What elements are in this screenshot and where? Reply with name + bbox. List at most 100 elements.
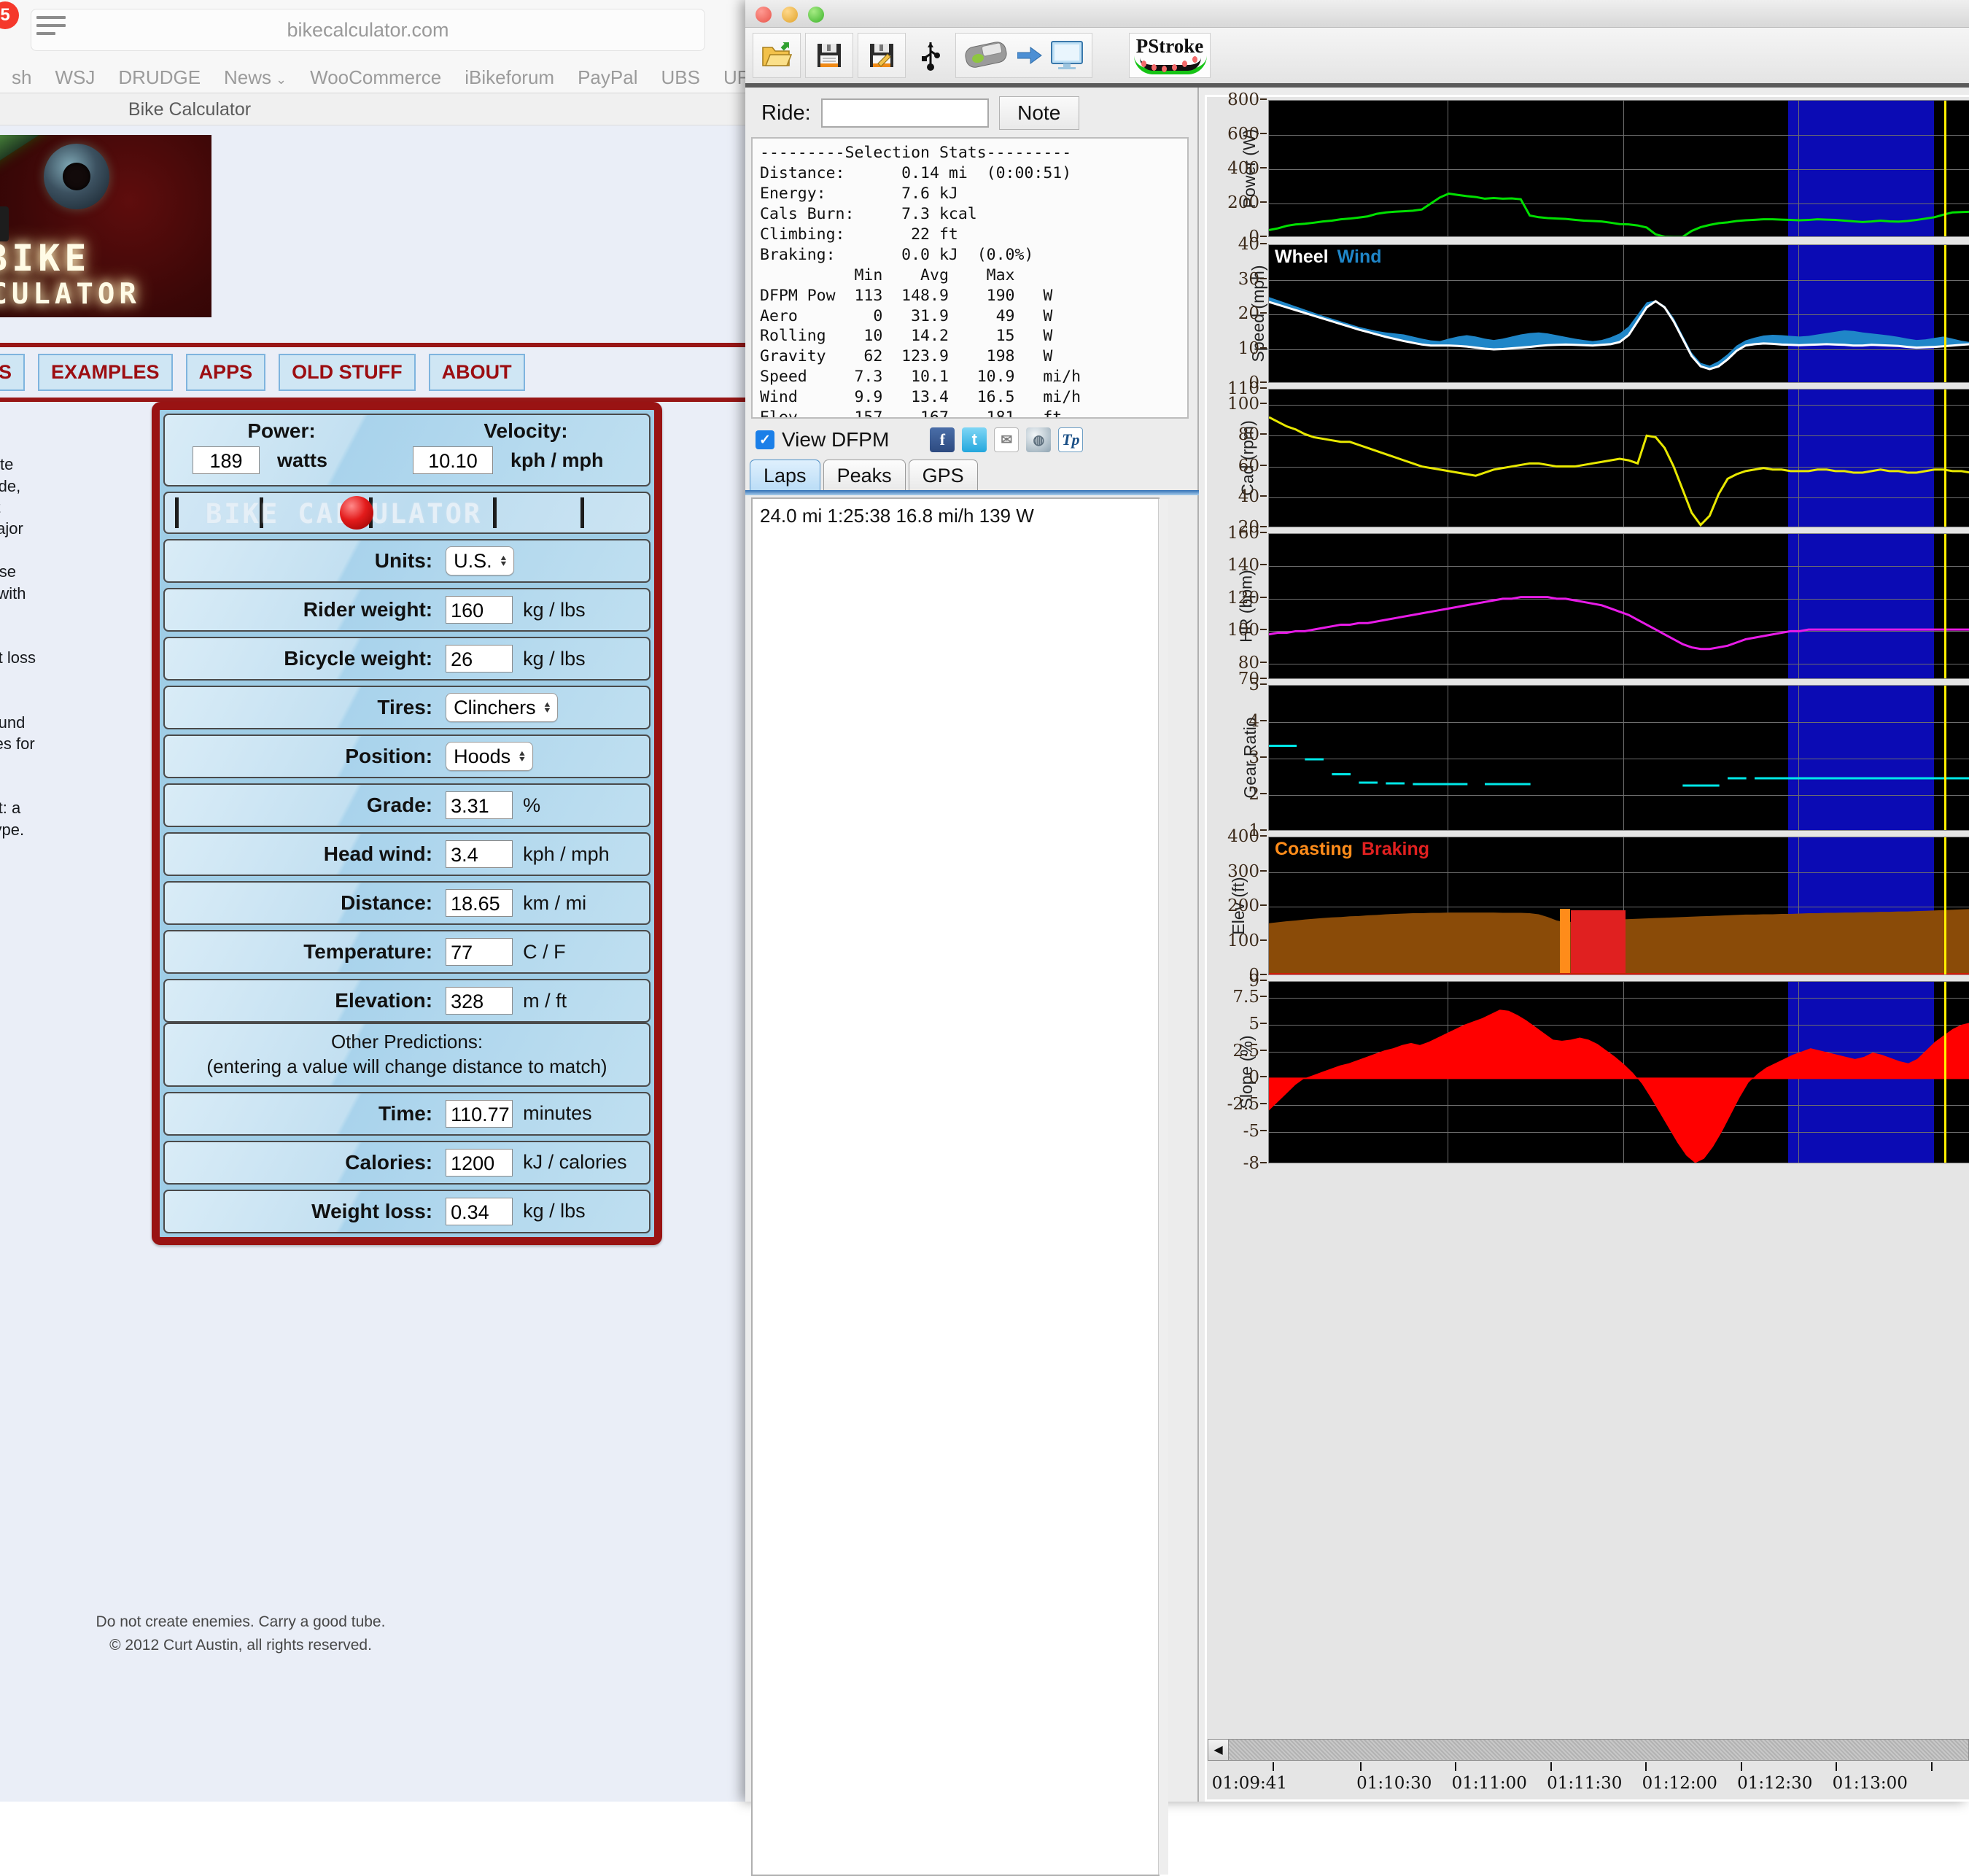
grade-input[interactable]: 3.31: [446, 791, 513, 819]
gear-segment: [1728, 777, 1738, 780]
tick-mark: [1260, 526, 1267, 527]
open-folder-icon[interactable]: [753, 33, 801, 78]
bookmark-woocommerce[interactable]: WooCommerce: [298, 66, 453, 89]
time-label: Time:: [378, 1101, 433, 1125]
nav-button-about[interactable]: ABOUT: [428, 354, 525, 391]
nav-button-es[interactable]: ES: [0, 354, 26, 391]
email-icon[interactable]: ✉: [994, 427, 1020, 452]
x-tick-label: 01:10:30: [1356, 1774, 1432, 1793]
input-row-bicycle-weight: Bicycle weight: 26 kg / lbs: [163, 637, 650, 681]
address-bar[interactable]: bikecalculator.com: [31, 9, 705, 51]
notification-badge[interactable]: 5: [0, 1, 19, 29]
save-as-icon[interactable]: [858, 33, 906, 78]
cursor-line[interactable]: [1944, 686, 1947, 830]
laps-scrollbar[interactable]: [1158, 499, 1168, 1875]
bookmark-sh[interactable]: sh: [0, 66, 43, 89]
gear-segment: [1898, 777, 1908, 780]
usb-icon[interactable]: [910, 33, 951, 78]
velocity-input[interactable]: 10.10: [413, 446, 493, 474]
trainingpeaks-icon[interactable]: Tp: [1058, 427, 1084, 452]
gear-segment: [1682, 784, 1693, 787]
y-tick-label: 2: [1214, 785, 1267, 804]
gear-segment: [1836, 777, 1846, 780]
position-selected-value: Hoods: [454, 745, 511, 767]
tab-gps[interactable]: GPS: [908, 460, 978, 492]
gear-segment: [1269, 745, 1279, 747]
x-tick-mark: [1272, 1762, 1274, 1771]
cursor-line[interactable]: [1944, 837, 1947, 974]
plot-area[interactable]: Coasting Braking: [1268, 837, 1969, 975]
bookmark-drudge[interactable]: DRUDGE: [106, 66, 212, 89]
globe-icon[interactable]: ◍: [1026, 427, 1052, 452]
cursor-line[interactable]: [1944, 245, 1947, 382]
tick-mark: [1260, 277, 1267, 279]
temperature-input[interactable]: 77: [446, 938, 513, 966]
tab-bike-calculator[interactable]: Bike Calculator: [0, 93, 379, 125]
cursor-line[interactable]: [1944, 101, 1947, 236]
nav-button-apps[interactable]: APPS: [185, 354, 266, 391]
ride-input[interactable]: [820, 98, 989, 128]
bookmark-paypal[interactable]: PayPal: [566, 66, 649, 89]
bookmark-news[interactable]: News ⌄: [212, 66, 298, 89]
calories-input[interactable]: 1200: [446, 1148, 513, 1177]
tires-select[interactable]: Clinchers ▴ ▾: [446, 693, 559, 722]
plot-area[interactable]: [1268, 685, 1969, 831]
cursor-line[interactable]: [1944, 389, 1947, 527]
tick-mark: [1260, 829, 1267, 831]
gear-segment: [1421, 783, 1432, 786]
tab-laps[interactable]: Laps: [750, 460, 820, 492]
head-wind-input[interactable]: 3.4: [446, 840, 513, 868]
distance-input[interactable]: 18.65: [446, 889, 513, 917]
plot-area[interactable]: [1268, 389, 1969, 527]
units-select[interactable]: U.S. ▴ ▾: [446, 546, 515, 575]
facebook-icon[interactable]: f: [930, 427, 955, 452]
gear-segment: [1278, 745, 1288, 747]
time-input[interactable]: 110.77: [446, 1099, 513, 1128]
nav-button-examples[interactable]: EXAMPLES: [38, 354, 173, 391]
power-input[interactable]: 189: [193, 446, 260, 474]
elevation-input[interactable]: 328: [446, 987, 513, 1015]
bookmark-ibikeforum[interactable]: iBikeforum: [453, 66, 566, 89]
cursor-line[interactable]: [1944, 534, 1947, 678]
gear-segment: [1952, 777, 1962, 780]
laps-list[interactable]: 24.0 mi 1:25:38 16.8 mi/h 139 W: [751, 497, 1168, 1876]
cursor-line[interactable]: [1944, 982, 1947, 1163]
weight-loss-input[interactable]: 0.34: [446, 1197, 513, 1225]
x-tick-mark: [1836, 1762, 1838, 1771]
tick-mark: [1260, 720, 1267, 721]
chart-panel-slope: Slope (%) -8 -5 -2.5 0 2.5 5 7.5 9: [1208, 972, 1969, 1173]
gear-segment: [1925, 777, 1935, 780]
chart-horizontal-scrollbar[interactable]: ◀: [1208, 1739, 1969, 1761]
url-text: bikecalculator.com: [287, 18, 449, 41]
scroll-left-button[interactable]: ◀: [1208, 1740, 1229, 1760]
device-to-computer-icon[interactable]: [955, 33, 1092, 78]
position-select[interactable]: Hoods ▴ ▾: [446, 742, 533, 771]
save-icon[interactable]: [805, 33, 853, 78]
reader-mode-icon[interactable]: [36, 16, 66, 42]
list-item[interactable]: 24.0 mi 1:25:38 16.8 mi/h 139 W: [753, 499, 1158, 533]
note-button[interactable]: Note: [998, 96, 1079, 130]
nav-button-old-stuff[interactable]: OLD STUFF: [279, 354, 416, 391]
close-window-button[interactable]: [756, 7, 772, 23]
plot-area[interactable]: [1268, 533, 1969, 679]
plot-area[interactable]: Wheel Wind: [1268, 244, 1969, 383]
units-label: Units:: [374, 549, 433, 572]
plot-area[interactable]: [1268, 981, 1969, 1163]
minimize-window-button[interactable]: [782, 7, 798, 23]
rider-weight-input[interactable]: 160: [446, 596, 513, 624]
bicycle-weight-input[interactable]: 26: [446, 645, 513, 673]
intro-paragraph-3: now: are still around meric entries for t…: [0, 690, 88, 775]
bookmark-wsj[interactable]: WSJ: [43, 66, 106, 89]
maximize-window-button[interactable]: [808, 7, 824, 23]
gear-segment: [1485, 783, 1495, 786]
intro-line: weight, grade,: [0, 476, 21, 495]
tick-mark: [1260, 1022, 1267, 1024]
bookmark-ubs[interactable]: UBS: [649, 66, 711, 89]
plot-area[interactable]: [1268, 100, 1969, 237]
twitter-icon[interactable]: t: [962, 427, 987, 452]
tick-mark: [1260, 869, 1267, 872]
view-dfpm-checkbox[interactable]: ✓: [756, 430, 774, 449]
head-wind-label: Head wind:: [323, 842, 433, 865]
pstroke-logo-icon[interactable]: PStroke: [1129, 33, 1211, 78]
tab-peaks[interactable]: Peaks: [823, 460, 906, 492]
